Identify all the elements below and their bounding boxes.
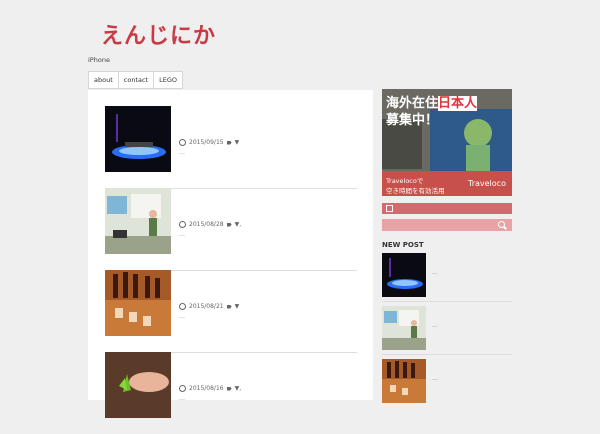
post-date: 2015/09/15 — [189, 139, 224, 146]
post-tags[interactable]: ▼, — [235, 221, 242, 228]
clock-icon — [179, 385, 186, 392]
post-thumbnail[interactable] — [105, 188, 171, 254]
sidebar: 海外在住日本人 募集中！ Travelocoで 空き時間を有効活用 Travel… — [382, 89, 512, 407]
tag-icon — [226, 304, 232, 309]
clock-icon — [179, 139, 186, 146]
post-thumbnail[interactable] — [105, 106, 171, 172]
post-tags[interactable]: ▼ — [235, 303, 240, 310]
ad-caption-1: Travelocoで — [386, 177, 424, 185]
new-post-heading: NEW POST — [382, 241, 424, 249]
post-excerpt: … — [179, 313, 185, 320]
post-thumbnail[interactable] — [105, 270, 171, 336]
post-excerpt: … — [179, 149, 185, 156]
post-excerpt: … — [179, 231, 185, 238]
post-date: 2015/08/21 — [189, 303, 224, 310]
ad-banner[interactable]: 海外在住日本人 募集中！ Travelocoで 空き時間を有効活用 Travel… — [382, 89, 512, 196]
nav-lego[interactable]: LEGO — [154, 72, 182, 88]
post-date: 2015/08/16 — [189, 385, 224, 392]
rss-bar[interactable] — [382, 203, 512, 214]
new-post-item[interactable]: … — [382, 302, 512, 355]
post-tags[interactable]: ▼ — [235, 139, 240, 146]
main-nav: about contact LEGO — [88, 71, 183, 89]
ad-headline-2: 募集中！ — [386, 113, 439, 128]
rss-icon[interactable] — [386, 205, 393, 212]
new-post-thumbnail[interactable] — [382, 306, 426, 350]
tag-icon — [226, 140, 232, 145]
new-post-excerpt: … — [432, 269, 438, 276]
ad-caption-2: 空き時間を有効活用 — [386, 187, 445, 195]
clock-icon — [179, 221, 186, 228]
new-post-item[interactable]: … — [382, 355, 512, 407]
post-meta: 2015/08/16 ▼, — [179, 385, 241, 392]
post-meta: 2015/08/28 ▼, — [179, 221, 241, 228]
ad-headline-highlight: 日本人 — [438, 96, 478, 111]
ad-brand: Traveloco — [468, 179, 506, 188]
post-item[interactable]: 2015/08/16 ▼, … — [105, 352, 357, 434]
new-post-excerpt: … — [432, 375, 438, 382]
search-icon[interactable] — [498, 221, 505, 228]
post-excerpt: … — [179, 395, 185, 402]
clock-icon — [179, 303, 186, 310]
post-item[interactable]: 2015/09/15 ▼ … — [105, 106, 357, 189]
post-tags[interactable]: ▼, — [235, 385, 242, 392]
new-post-item[interactable]: … — [382, 249, 512, 302]
new-post-thumbnail[interactable] — [382, 253, 426, 297]
post-thumbnail[interactable] — [105, 352, 171, 418]
new-post-excerpt: … — [432, 322, 438, 329]
nav-about[interactable]: about — [89, 72, 119, 88]
post-meta: 2015/08/21 ▼ — [179, 303, 239, 310]
post-item[interactable]: 2015/08/28 ▼, … — [105, 188, 357, 271]
tag-icon — [226, 386, 232, 391]
nav-contact[interactable]: contact — [119, 72, 155, 88]
post-date: 2015/08/28 — [189, 221, 224, 228]
post-meta: 2015/09/15 ▼ — [179, 139, 239, 146]
post-list: 2015/09/15 ▼ … 2015/08/28 ▼, … 2015/08/2… — [88, 90, 373, 418]
post-item[interactable]: 2015/08/21 ▼ … — [105, 270, 357, 353]
search-bar[interactable] — [382, 219, 512, 231]
site-logo[interactable]: えんじにか — [101, 18, 216, 50]
new-post-thumbnail[interactable] — [382, 359, 426, 403]
tag-icon — [226, 222, 232, 227]
site-tagline: iPhone — [88, 56, 110, 64]
